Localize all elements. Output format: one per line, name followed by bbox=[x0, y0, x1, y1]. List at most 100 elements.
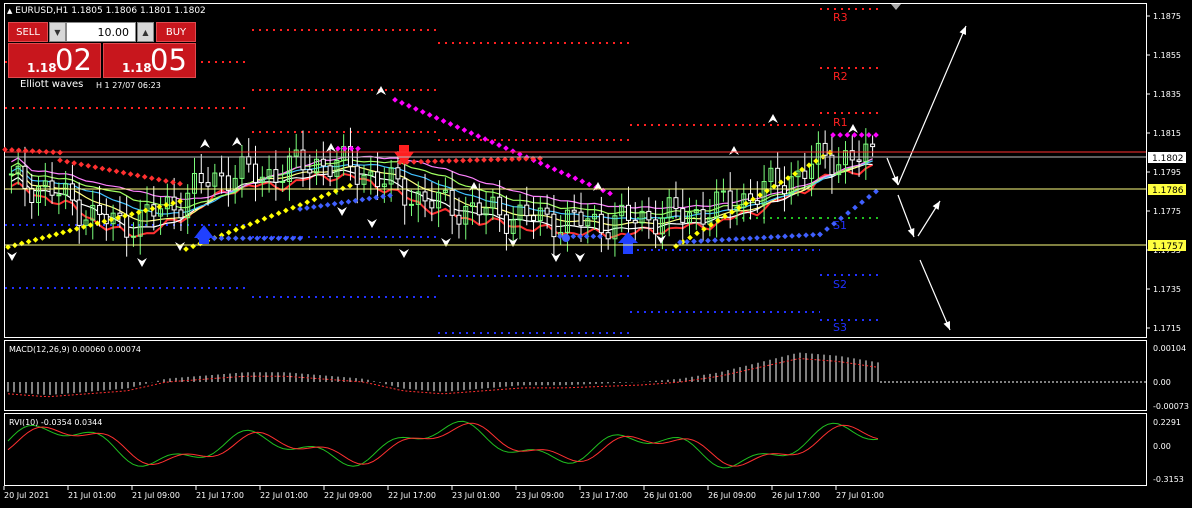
pivot-label-s2: S2 bbox=[833, 278, 847, 291]
price-axis-label: 1.1815 bbox=[1153, 129, 1181, 138]
macd-tick-bottom: -0.00073 bbox=[1153, 402, 1189, 411]
candle-body bbox=[375, 171, 381, 188]
time-axis-label: 23 Jul 09:00 bbox=[516, 491, 564, 500]
buy-button[interactable]: BUY bbox=[156, 22, 196, 42]
lot-increase-button[interactable]: ▲ bbox=[137, 22, 154, 42]
macd-title: MACD(12,26,9) 0.00060 0.00074 bbox=[9, 345, 141, 354]
indicator-label: Elliott waves bbox=[20, 79, 84, 90]
candle-body bbox=[56, 194, 62, 197]
pivot-label-s3: S3 bbox=[833, 321, 847, 334]
symbol-title-text: EURUSD,H1 1.1805 1.1806 1.1801 1.1802 bbox=[15, 6, 206, 16]
time-axis-label: 22 Jul 17:00 bbox=[388, 491, 436, 500]
candle-body bbox=[429, 200, 435, 209]
candle-body bbox=[700, 209, 706, 225]
rvi-tick-zero: 0.00 bbox=[1153, 442, 1171, 451]
candle-body bbox=[395, 167, 401, 180]
candle-body bbox=[117, 212, 123, 217]
price-axis-label: 1.1735 bbox=[1153, 285, 1181, 294]
lot-decrease-button[interactable]: ▼ bbox=[49, 22, 66, 42]
ask-price-pips: 05 bbox=[150, 43, 187, 77]
candle-body bbox=[22, 165, 28, 189]
time-axis-label: 27 Jul 01:00 bbox=[836, 491, 884, 500]
sell-button[interactable]: SELL bbox=[8, 22, 48, 42]
price-axis-label: 1.1835 bbox=[1153, 90, 1181, 99]
candle-body bbox=[524, 204, 530, 217]
time-axis-label: 26 Jul 09:00 bbox=[708, 491, 756, 500]
bid-price-button[interactable]: 1.18 02 bbox=[8, 43, 101, 78]
indicator-time: H 1 27/07 06:23 bbox=[96, 81, 161, 90]
candle-body bbox=[307, 169, 313, 174]
candle-body bbox=[402, 178, 408, 206]
level-1757-tag-text: 1.1757 bbox=[1152, 242, 1184, 252]
time-axis-label: 21 Jul 01:00 bbox=[68, 491, 116, 500]
candle-body bbox=[198, 172, 204, 184]
time-axis-label: 23 Jul 01:00 bbox=[452, 491, 500, 500]
rvi-title: RVI(10) -0.0354 0.0344 bbox=[9, 418, 102, 427]
candle-body bbox=[802, 170, 808, 179]
candle-body bbox=[246, 156, 252, 165]
macd-tick-zero: 0.00 bbox=[1153, 378, 1171, 387]
candle-body bbox=[578, 211, 584, 227]
candle-body bbox=[822, 142, 828, 156]
lot-size-input[interactable]: 10.00 bbox=[66, 22, 136, 42]
candle-body bbox=[422, 191, 428, 202]
one-click-trading-panel: SELL ▼ 10.00 ▲ BUY 1.18 02 1.18 05 bbox=[8, 22, 196, 78]
candle-body bbox=[205, 182, 211, 187]
candle-body bbox=[781, 185, 787, 195]
pivot-label-s1: S1 bbox=[833, 219, 847, 232]
price-axis-label: 1.1855 bbox=[1153, 51, 1181, 60]
candle-body bbox=[503, 214, 509, 234]
signal-dot bbox=[562, 234, 570, 242]
candle-body bbox=[408, 203, 414, 206]
time-axis-label: 20 Jul 2021 bbox=[4, 491, 49, 500]
candle-body bbox=[673, 197, 679, 210]
candle-body bbox=[497, 196, 503, 216]
candle-body bbox=[273, 169, 279, 183]
pivot-label-r3: R3 bbox=[833, 11, 848, 24]
candle-body bbox=[625, 204, 631, 221]
candle-body bbox=[653, 219, 659, 235]
candle-body bbox=[829, 154, 835, 176]
candle-body bbox=[49, 180, 55, 196]
candle-body bbox=[754, 200, 760, 205]
candle-body bbox=[253, 163, 259, 183]
candle-body bbox=[449, 189, 455, 216]
candle-body bbox=[8, 173, 14, 176]
candle-body bbox=[605, 232, 611, 240]
candle-body bbox=[124, 215, 130, 238]
current-price-tag-text: 1.1802 bbox=[1152, 154, 1184, 164]
candle-body bbox=[551, 213, 557, 238]
rvi-tick-bottom: -0.3153 bbox=[1153, 475, 1184, 484]
candle-body bbox=[76, 199, 82, 226]
candle-body bbox=[856, 159, 862, 163]
candle-body bbox=[544, 207, 550, 215]
time-axis-label: 22 Jul 09:00 bbox=[324, 491, 372, 500]
price-axis-label: 1.1795 bbox=[1153, 168, 1181, 177]
time-axis-label: 23 Jul 17:00 bbox=[580, 491, 628, 500]
bid-price-prefix: 1.18 bbox=[27, 61, 57, 75]
time-axis-label: 21 Jul 17:00 bbox=[196, 491, 244, 500]
candle-body bbox=[354, 165, 360, 185]
ask-price-prefix: 1.18 bbox=[122, 61, 152, 75]
candle-body bbox=[476, 202, 482, 216]
candle-body bbox=[130, 235, 136, 238]
price-axis-label: 1.1715 bbox=[1153, 324, 1181, 333]
candle-body bbox=[327, 165, 333, 177]
candle-body bbox=[300, 149, 306, 171]
price-axis-label: 1.1875 bbox=[1153, 12, 1181, 21]
candle-body bbox=[178, 209, 184, 219]
candle-body bbox=[531, 215, 537, 221]
rvi-tick-top: 0.2291 bbox=[1153, 418, 1181, 427]
candle-body bbox=[680, 208, 686, 223]
time-axis-label: 22 Jul 01:00 bbox=[260, 491, 308, 500]
candle-body bbox=[69, 183, 75, 201]
pivot-label-r2: R2 bbox=[833, 70, 848, 83]
level-1786-tag-text: 1.1786 bbox=[1152, 186, 1184, 196]
candle-body bbox=[598, 213, 604, 234]
time-axis-label: 26 Jul 17:00 bbox=[772, 491, 820, 500]
candle-body bbox=[225, 175, 231, 191]
symbol-title: ▲ EURUSD,H1 1.1805 1.1806 1.1801 1.1802 bbox=[7, 6, 206, 16]
ask-price-button[interactable]: 1.18 05 bbox=[103, 43, 196, 78]
candle-body bbox=[727, 190, 733, 211]
collapse-triangle-icon[interactable]: ▲ bbox=[7, 7, 12, 15]
